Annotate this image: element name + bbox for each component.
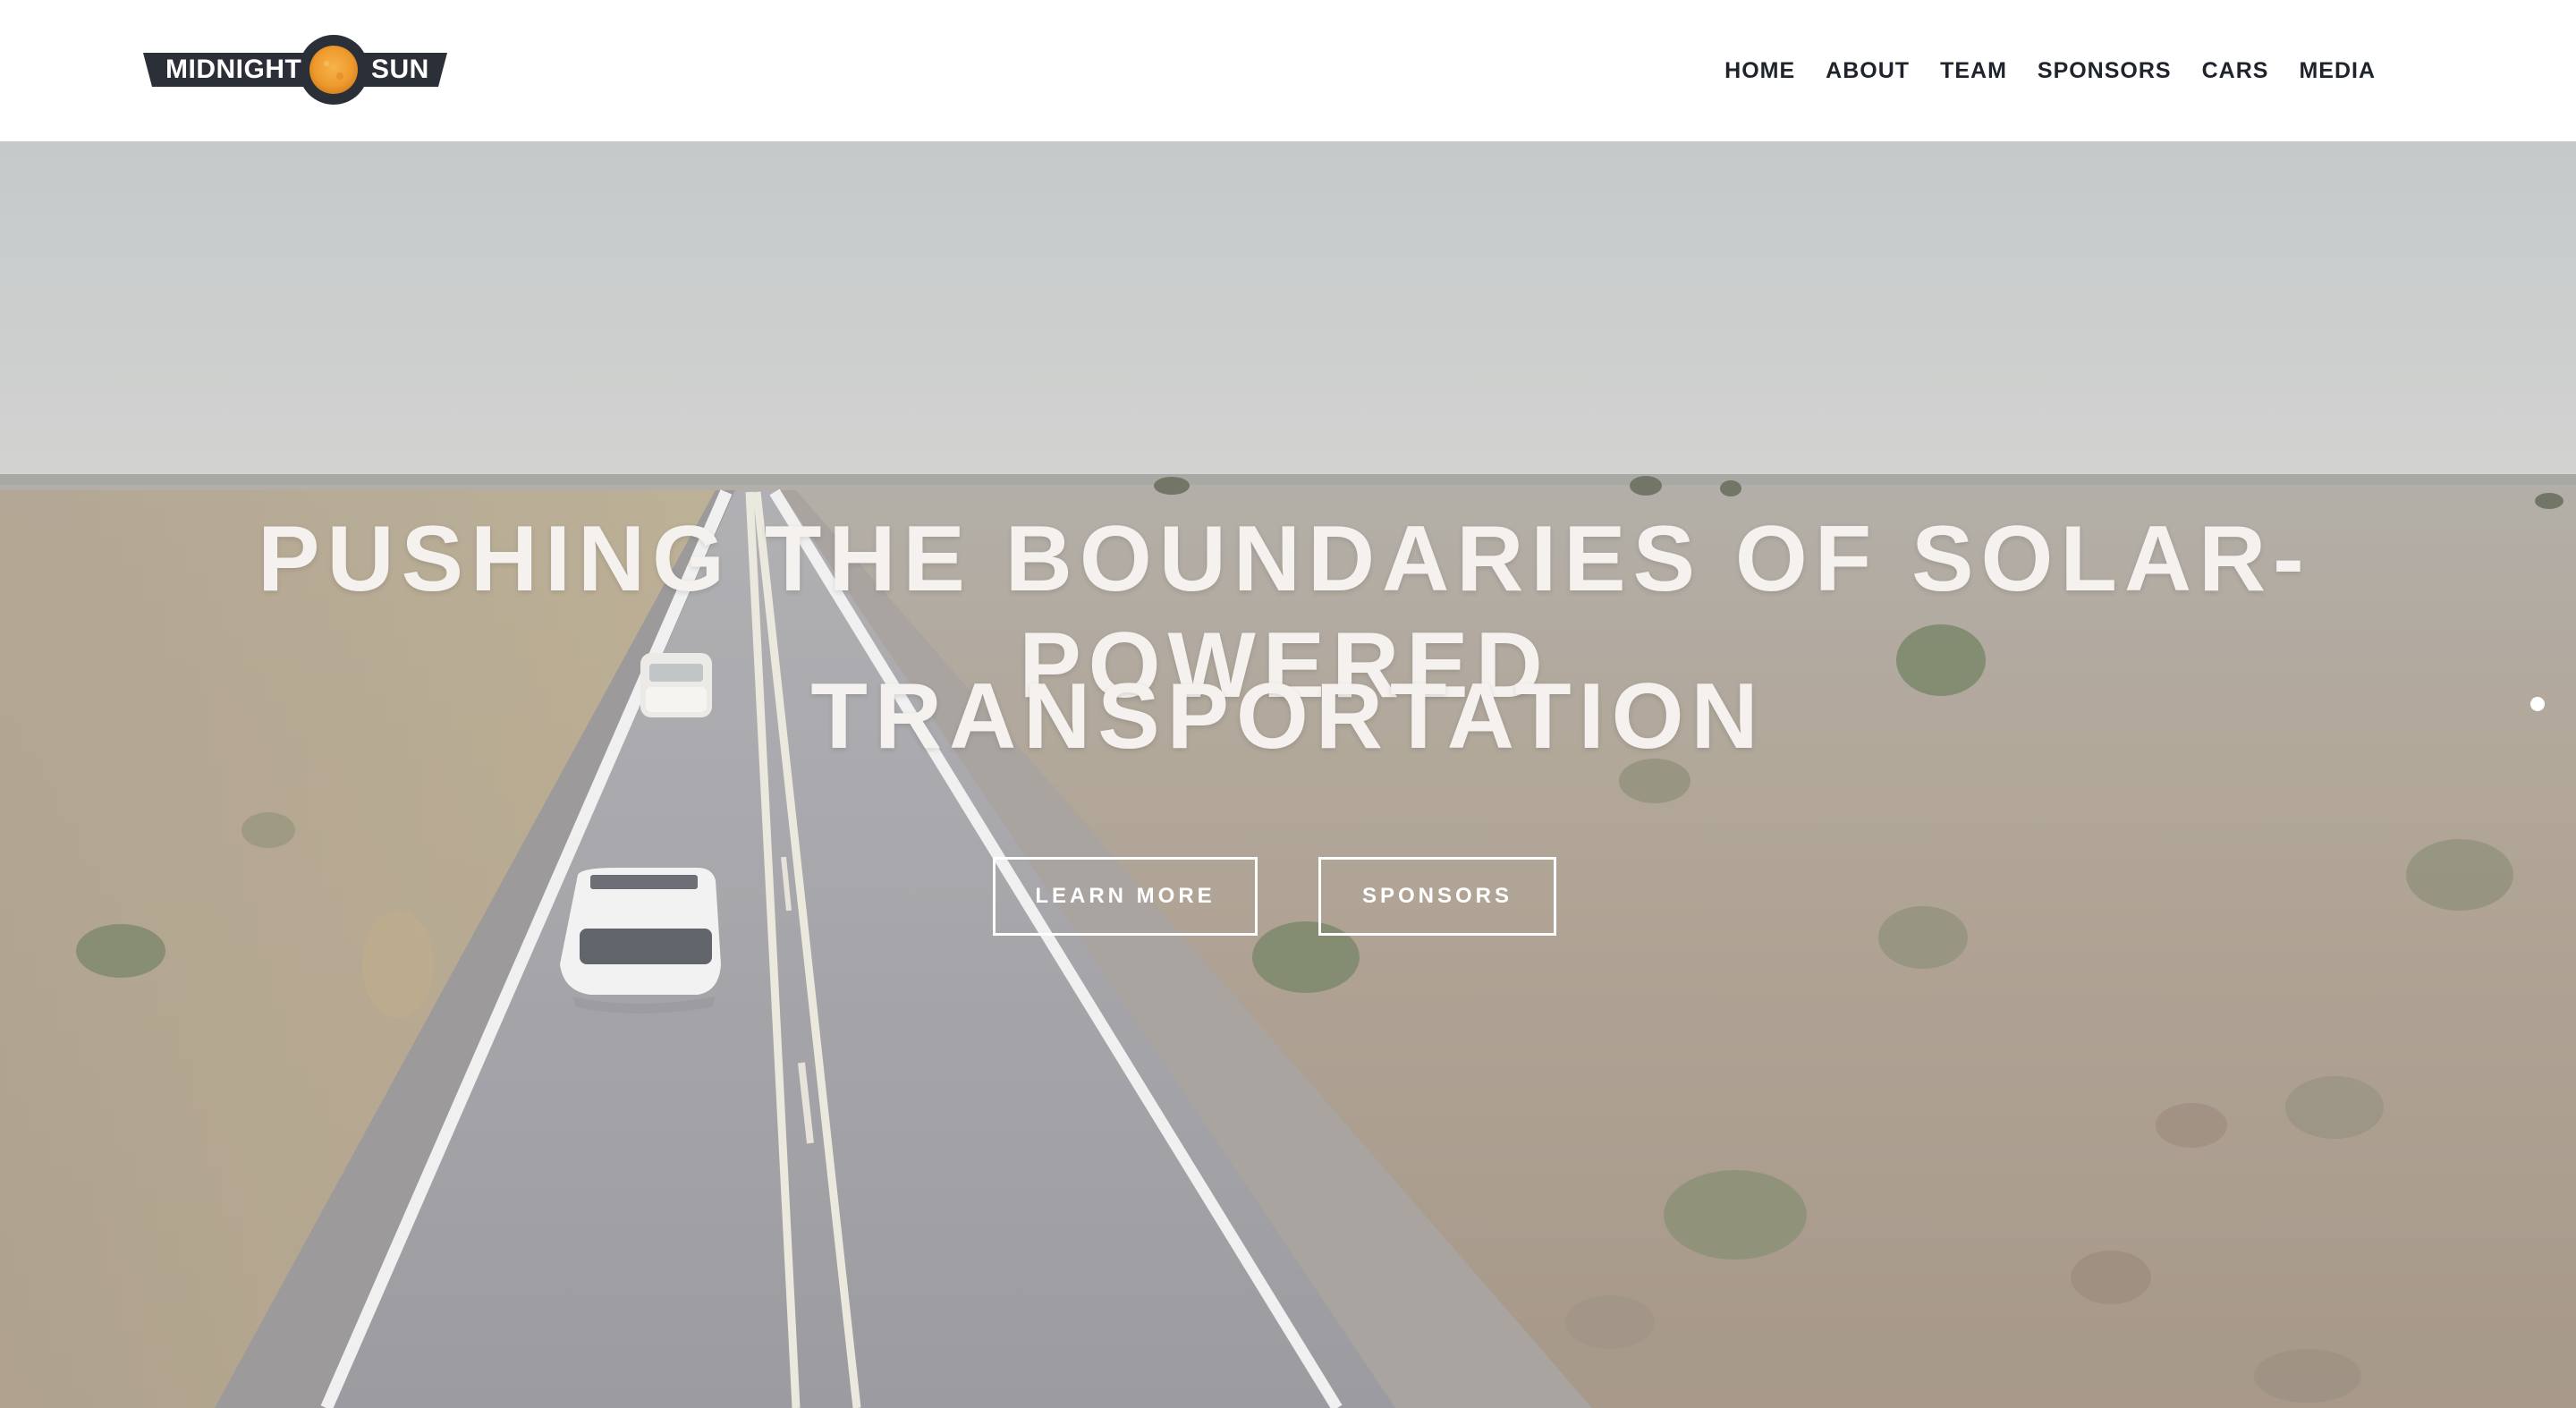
hero-headline-line2: TRANSPORTATION xyxy=(810,665,1766,768)
nav-sponsors[interactable]: SPONSORS xyxy=(2038,58,2172,84)
hero-overlay xyxy=(0,141,2576,1408)
logo-text-sun: SUN xyxy=(371,55,429,84)
nav-home[interactable]: HOME xyxy=(1724,58,1795,84)
hero-section: PUSHING THE BOUNDARIES OF SOLAR-POWERED … xyxy=(0,141,2576,1408)
nav-cars[interactable]: CARS xyxy=(2202,58,2269,84)
site-header: MIDNIGHT SUN HOME ABOUT TEAM SPONSORS CA… xyxy=(0,0,2576,141)
midnight-sun-logo[interactable]: MIDNIGHT SUN xyxy=(143,34,447,106)
main-navigation: HOME ABOUT TEAM SPONSORS CARS MEDIA xyxy=(1724,0,2376,141)
carousel-dot[interactable] xyxy=(2530,697,2545,711)
nav-media[interactable]: MEDIA xyxy=(2299,58,2376,84)
nav-about[interactable]: ABOUT xyxy=(1826,58,1910,84)
sponsors-button[interactable]: SPONSORS xyxy=(1318,857,1556,936)
nav-team[interactable]: TEAM xyxy=(1940,58,2007,84)
logo-text-midnight: MIDNIGHT xyxy=(165,55,302,84)
learn-more-button[interactable]: LEARN MORE xyxy=(993,857,1258,936)
